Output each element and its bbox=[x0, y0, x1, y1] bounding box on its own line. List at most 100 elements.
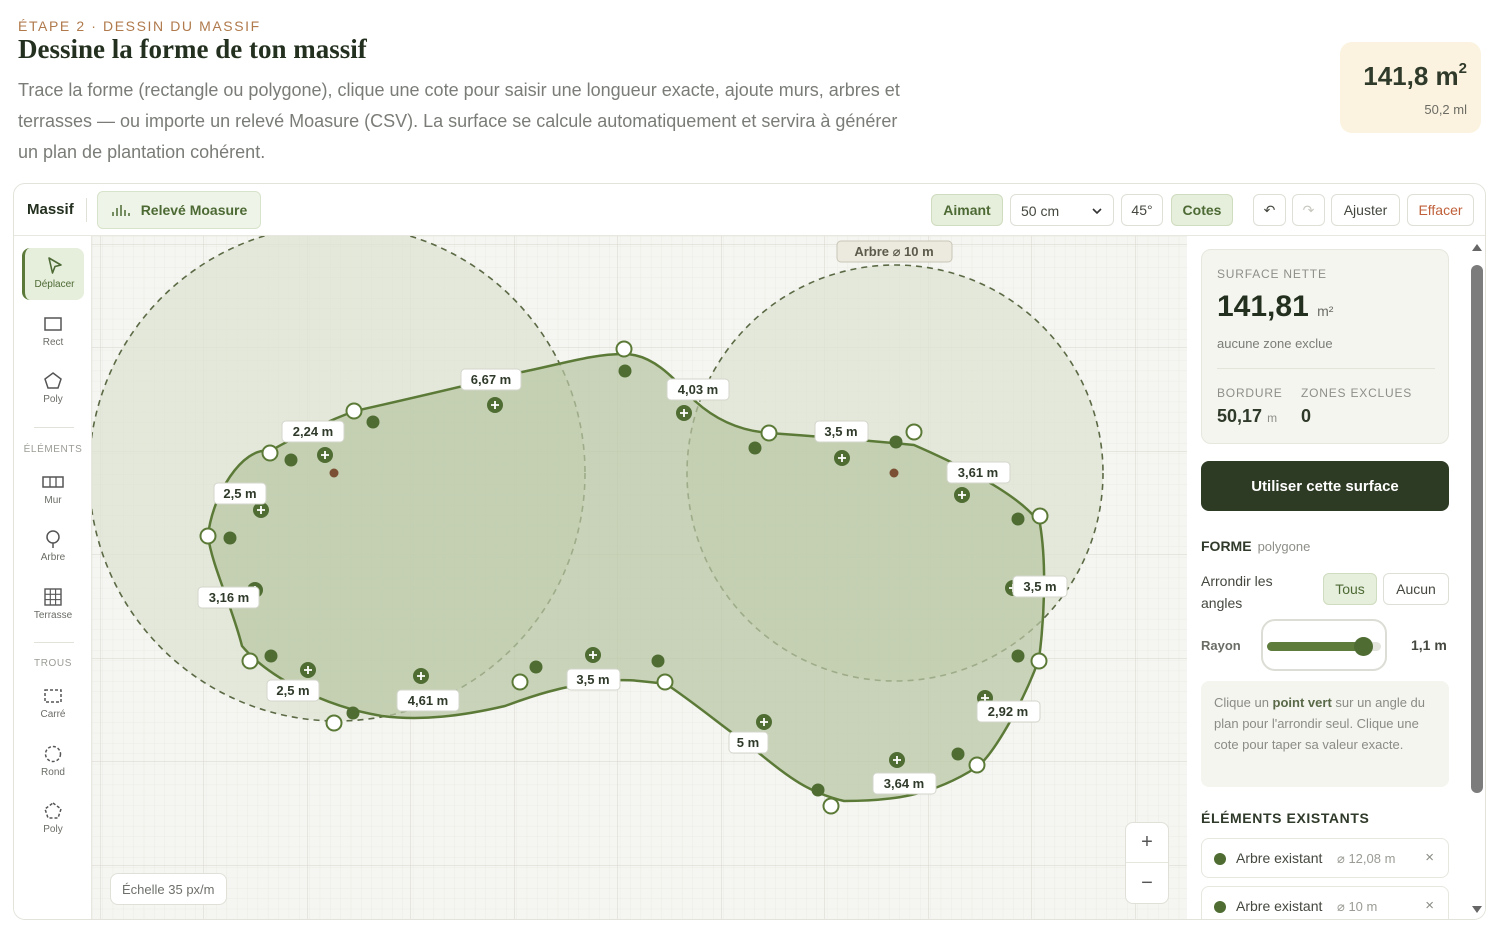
svg-text:2,24 m: 2,24 m bbox=[293, 424, 333, 439]
svg-text:3,5 m: 3,5 m bbox=[576, 672, 609, 687]
round-point[interactable] bbox=[748, 441, 762, 455]
remove-icon[interactable]: × bbox=[1425, 897, 1434, 914]
round-point[interactable] bbox=[651, 654, 665, 668]
dimension-label[interactable]: 4,03 m bbox=[666, 378, 730, 401]
add-point-icon[interactable] bbox=[889, 752, 905, 768]
element-diameter: ⌀ 12,08 m bbox=[1337, 851, 1396, 866]
add-point-icon[interactable] bbox=[676, 405, 692, 421]
round-point[interactable] bbox=[346, 706, 360, 720]
dimension-label[interactable]: 2,92 m bbox=[976, 700, 1041, 723]
redo-button[interactable]: ↷ bbox=[1292, 194, 1325, 226]
radius-slider[interactable] bbox=[1261, 619, 1387, 671]
round-point[interactable] bbox=[951, 747, 965, 761]
slider-thumb[interactable] bbox=[1353, 637, 1373, 656]
remove-icon[interactable]: × bbox=[1425, 849, 1434, 866]
tool-tree[interactable]: Arbre bbox=[22, 521, 84, 573]
tool-hole-round[interactable]: Rond bbox=[22, 736, 84, 788]
clear-button[interactable]: Effacer bbox=[1407, 194, 1474, 226]
vertex-handle[interactable] bbox=[511, 673, 529, 691]
tool-terrace[interactable]: Terrasse bbox=[22, 579, 84, 631]
dimension-label[interactable]: 3,5 m bbox=[814, 420, 869, 443]
vertex-handle[interactable] bbox=[199, 527, 217, 545]
add-point-icon[interactable] bbox=[487, 397, 503, 413]
element-diameter: ⌀ 10 m bbox=[1337, 899, 1378, 914]
add-point-icon[interactable] bbox=[413, 668, 429, 684]
dimension-label[interactable]: 2,5 m bbox=[266, 679, 320, 702]
round-all-button[interactable]: Tous bbox=[1323, 573, 1377, 605]
dimension-label[interactable]: 3,64 m bbox=[872, 772, 937, 795]
vertex-handle[interactable] bbox=[760, 424, 778, 442]
add-point-icon[interactable] bbox=[585, 647, 601, 663]
snap-toggle[interactable]: Aimant bbox=[931, 194, 1003, 226]
zones-label: ZONES EXCLUES bbox=[1301, 386, 1413, 400]
tool-move[interactable]: Déplacer bbox=[22, 248, 84, 300]
scroll-up-icon[interactable] bbox=[1471, 242, 1483, 252]
vertex-handle[interactable] bbox=[968, 756, 986, 774]
add-point-icon[interactable] bbox=[756, 714, 772, 730]
round-none-button[interactable]: Aucun bbox=[1383, 573, 1449, 605]
list-item[interactable]: Arbre existant ⌀ 10 m × bbox=[1201, 886, 1449, 919]
vertex-handle[interactable] bbox=[615, 340, 633, 358]
dimension-label[interactable]: 6,67 m bbox=[460, 368, 522, 391]
vertex-handle[interactable] bbox=[325, 714, 343, 732]
tool-poly[interactable]: Poly bbox=[22, 363, 84, 415]
cursor-arrow-icon bbox=[47, 257, 62, 274]
round-point[interactable] bbox=[1011, 649, 1025, 663]
angle-snap-button[interactable]: 45° bbox=[1121, 194, 1163, 226]
dimension-label[interactable]: 3,5 m bbox=[566, 668, 621, 691]
round-point[interactable] bbox=[284, 453, 298, 467]
fit-button[interactable]: Ajuster bbox=[1331, 194, 1400, 226]
panel-scrollbar[interactable] bbox=[1467, 238, 1485, 919]
vertex-handle[interactable] bbox=[822, 797, 840, 815]
round-point[interactable] bbox=[223, 531, 237, 545]
tool-hole-poly[interactable]: Poly bbox=[22, 793, 84, 845]
vertex-handle[interactable] bbox=[905, 423, 923, 441]
round-point[interactable] bbox=[889, 435, 903, 449]
dimension-label[interactable]: 3,5 m bbox=[1012, 575, 1068, 598]
grid-size-value: 50 cm bbox=[1021, 203, 1060, 219]
tree-icon bbox=[46, 530, 60, 548]
round-point[interactable] bbox=[1011, 512, 1025, 526]
round-point[interactable] bbox=[811, 783, 825, 797]
element-name: Arbre existant bbox=[1236, 898, 1323, 914]
add-point-icon[interactable] bbox=[954, 487, 970, 503]
moasure-import-button[interactable]: Relevé Moasure bbox=[97, 191, 261, 229]
tool-hole-square[interactable]: Carré bbox=[22, 678, 84, 730]
dimension-label[interactable]: 2,5 m bbox=[213, 482, 267, 505]
zoom-in-button[interactable]: + bbox=[1126, 823, 1168, 863]
perimeter-value: 50,2 ml bbox=[1424, 102, 1467, 117]
use-surface-button[interactable]: Utiliser cette surface bbox=[1201, 461, 1449, 511]
scroll-down-icon[interactable] bbox=[1471, 905, 1483, 915]
dimension-label[interactable]: 4,61 m bbox=[396, 689, 460, 712]
dimension-label[interactable]: 5 m bbox=[728, 731, 769, 754]
zoom-out-button[interactable]: − bbox=[1126, 863, 1168, 903]
dimension-label[interactable]: 2,24 m bbox=[281, 420, 345, 443]
round-point[interactable] bbox=[529, 660, 543, 674]
tool-rect[interactable]: Rect bbox=[22, 306, 84, 358]
svg-text:6,67 m: 6,67 m bbox=[471, 372, 511, 387]
scroll-thumb[interactable] bbox=[1471, 265, 1483, 793]
vertex-handle[interactable] bbox=[241, 652, 259, 670]
cotes-toggle[interactable]: Cotes bbox=[1171, 194, 1233, 226]
round-point[interactable] bbox=[618, 364, 632, 378]
dimension-label[interactable]: 3,61 m bbox=[946, 461, 1011, 484]
dimension-label[interactable]: 3,16 m bbox=[197, 586, 260, 609]
tool-wall[interactable]: Mur bbox=[22, 464, 84, 516]
add-point-icon[interactable] bbox=[317, 447, 333, 463]
vertex-handle[interactable] bbox=[261, 444, 279, 462]
round-point[interactable] bbox=[264, 649, 278, 663]
drawing-canvas[interactable]: 6,67 m 4,03 m 2,24 m 3,5 m 3,61 m 2,5 m … bbox=[92, 236, 1187, 919]
round-point[interactable] bbox=[366, 415, 380, 429]
list-item[interactable]: Arbre existant ⌀ 12,08 m × bbox=[1201, 838, 1449, 878]
grid-size-select[interactable]: 50 cm bbox=[1010, 194, 1114, 226]
vertex-handle[interactable] bbox=[656, 673, 674, 691]
svg-text:3,5 m: 3,5 m bbox=[824, 424, 857, 439]
add-point-icon[interactable] bbox=[834, 450, 850, 466]
vertex-handle[interactable] bbox=[1031, 507, 1049, 525]
add-point-icon[interactable] bbox=[300, 662, 316, 678]
undo-button[interactable]: ↶ bbox=[1253, 194, 1286, 226]
vertex-handle[interactable] bbox=[1030, 652, 1048, 670]
vertex-handle[interactable] bbox=[345, 402, 363, 420]
tool-sidebar: Déplacer Rect Poly ÉLÉMENTS Mur Arbre Te… bbox=[14, 236, 92, 919]
zoom-controls: + − bbox=[1125, 822, 1169, 904]
